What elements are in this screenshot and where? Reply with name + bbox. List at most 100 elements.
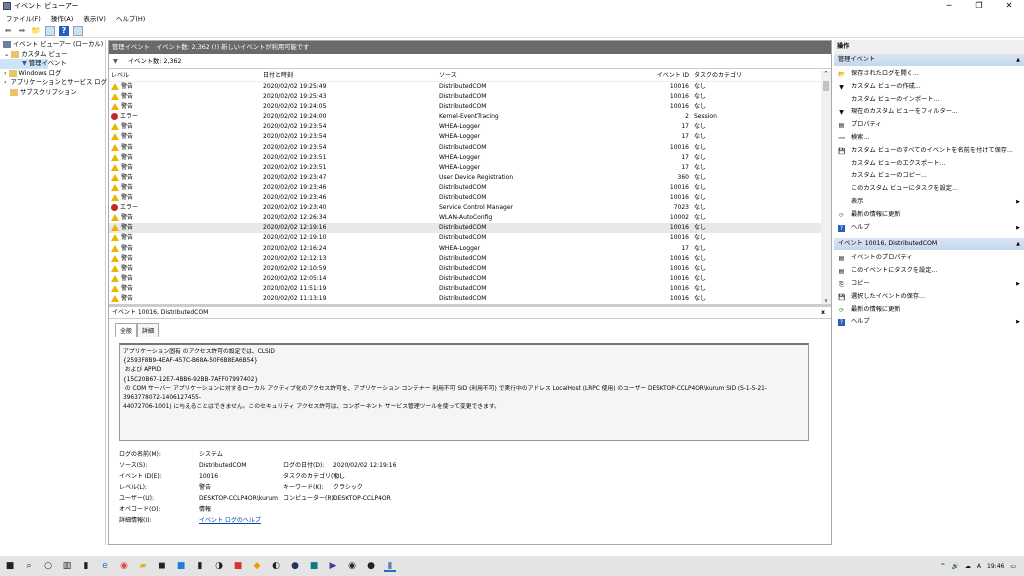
app-icon[interactable]: ■ — [308, 560, 320, 572]
app-icon[interactable]: ◑ — [213, 560, 225, 572]
action-item[interactable]: 👓 検索... — [834, 132, 1024, 145]
col-event-id[interactable]: イベント ID — [629, 71, 689, 81]
table-row[interactable]: 警告 2020/02/02 12:19:10 DistributedCOM 10016… — [109, 233, 831, 243]
close-detail-button[interactable]: x — [821, 307, 825, 319]
tree-windows-logs[interactable]: › Windows ログ — [0, 69, 105, 79]
app-icon[interactable]: ▮ — [194, 560, 206, 572]
notification-icon[interactable]: ▭ — [1010, 563, 1016, 570]
app-icon[interactable]: ◉ — [346, 560, 358, 572]
table-row[interactable]: エラー 2020/02/02 19:24:00 Kernel-EventTracin… — [109, 112, 831, 122]
action-item[interactable]: ▤ イベントのプロパティ — [834, 252, 1024, 265]
explorer-icon[interactable]: ▰ — [137, 560, 149, 572]
app-icon[interactable]: ◆ — [251, 560, 263, 572]
show-hidden-icons[interactable]: ^ — [940, 563, 945, 570]
cortana-icon[interactable]: ○ — [42, 560, 54, 572]
tree-custom-views[interactable]: ⌄ カスタム ビュー — [0, 50, 105, 60]
app-icon[interactable]: ▶ — [327, 560, 339, 572]
table-row[interactable]: 警告 2020/02/02 19:25:43 DistributedCOM 10016… — [109, 92, 831, 102]
action-item[interactable]: ▤ このイベントにタスクを設定... — [834, 265, 1024, 278]
chrome-icon[interactable]: ◉ — [118, 560, 130, 572]
table-row[interactable]: エラー 2020/02/02 19:23:40 Service Control Ma… — [109, 203, 831, 213]
event-log-help-link[interactable]: イベント ログのヘルプ — [199, 515, 261, 526]
store-icon[interactable]: ▮ — [80, 560, 92, 572]
app-icon[interactable]: ■ — [175, 560, 187, 572]
show-action-pane-icon[interactable] — [73, 25, 83, 36]
table-row[interactable]: 警告 2020/02/02 19:23:54 WHEA-Logger 17 なし — [109, 122, 831, 132]
table-row[interactable]: 警告 2020/02/02 19:23:54 DistributedCOM 10016… — [109, 143, 831, 153]
tab-details[interactable]: 詳細 — [137, 323, 160, 337]
action-item[interactable]: ▤ プロパティ — [834, 119, 1024, 132]
show-tree-icon[interactable] — [45, 25, 55, 36]
app-icon[interactable]: ■ — [232, 560, 244, 572]
actions-section-event[interactable]: イベント 10016, DistributedCOM ▲ — [834, 238, 1024, 251]
table-row[interactable]: 警告 2020/02/02 19:23:54 WHEA-Logger 17 なし — [109, 132, 831, 142]
action-item[interactable]: このカスタム ビューにタスクを設定... — [834, 183, 1024, 196]
col-task-category[interactable]: タスクのカテゴリ — [694, 71, 742, 81]
table-row[interactable]: 警告 2020/02/02 19:23:51 WHEA-Logger 17 なし — [109, 153, 831, 163]
close-button[interactable]: ✕ — [994, 0, 1024, 12]
filter-icon[interactable]: ▼ — [113, 54, 118, 68]
up-folder-icon[interactable]: 📁 — [31, 26, 41, 36]
menu-action[interactable]: 操作(A) — [51, 13, 74, 23]
onedrive-icon[interactable]: ☁ — [965, 563, 971, 570]
table-row[interactable]: 警告 2020/02/02 19:25:49 DistributedCOM 10016… — [109, 82, 831, 92]
action-item[interactable]: 💾 カスタム ビューのすべてのイベントを名前を付けて保存... — [834, 145, 1024, 158]
action-item[interactable]: 📂 保存されたログを開く... — [834, 68, 1024, 81]
menu-view[interactable]: 表示(V) — [83, 13, 106, 23]
tree-app-service-logs[interactable]: › アプリケーションとサービス ログ — [0, 78, 107, 88]
menu-help[interactable]: ヘルプ(H) — [116, 13, 145, 23]
forward-icon[interactable]: ➡ — [17, 26, 27, 36]
action-item[interactable]: 💾 選択したイベントの保存... — [834, 291, 1024, 304]
table-row[interactable]: 警告 2020/02/02 19:23:51 WHEA-Logger 17 なし — [109, 163, 831, 173]
tree-admin-events[interactable]: ▼ 管理イベント — [0, 59, 67, 69]
chevron-right-icon[interactable]: › — [4, 69, 7, 79]
action-item[interactable]: カスタム ビューのエクスポート... — [834, 158, 1024, 171]
vertical-scrollbar[interactable]: ^ v — [821, 71, 831, 304]
chevron-down-icon[interactable]: ⌄ — [4, 50, 9, 60]
action-item[interactable]: カスタム ビューのコピー... — [834, 170, 1024, 183]
maximize-button[interactable]: ❐ — [964, 0, 994, 12]
action-item[interactable]: カスタム ビューのインポート... — [834, 94, 1024, 107]
chevron-right-icon[interactable]: › — [4, 78, 7, 88]
menu-file[interactable]: ファイル(F) — [6, 13, 41, 23]
tree-subscriptions[interactable]: サブスクリプション — [0, 88, 105, 98]
action-item[interactable]: ⟳ 最新の情報に更新 — [834, 304, 1024, 317]
clock[interactable]: 19:46 — [987, 563, 1004, 570]
action-item[interactable]: 表示 ▶ — [834, 196, 1024, 209]
tab-general[interactable]: 全般 — [115, 323, 138, 337]
action-item[interactable]: ⎘ コピー ▶ — [834, 278, 1024, 291]
table-row[interactable]: 警告 2020/02/02 12:16:24 WHEA-Logger 17 なし — [109, 244, 831, 254]
table-row[interactable]: 警告 2020/02/02 19:24:05 DistributedCOM 10016… — [109, 102, 831, 112]
table-row[interactable]: 警告 2020/02/02 19:23:47 User Device Registr… — [109, 173, 831, 183]
table-row[interactable]: 警告 2020/02/02 12:19:16 DistributedCOM 10016… — [109, 223, 831, 234]
table-row[interactable]: 警告 2020/02/02 12:10:59 DistributedCOM 10016… — [109, 264, 831, 274]
event-description[interactable]: アプリケーション固有 のアクセス許可の設定では、CLSID {2593F8B9-… — [119, 343, 809, 441]
collapse-icon[interactable]: ▲ — [1016, 238, 1020, 250]
action-item[interactable]: ▼ カスタム ビューの作成... — [834, 81, 1024, 94]
minimize-button[interactable]: ─ — [934, 0, 964, 12]
action-item[interactable]: ? ヘルプ ▶ — [834, 222, 1024, 235]
help-icon[interactable]: ? — [59, 25, 69, 36]
table-row[interactable]: 警告 2020/02/02 12:05:14 DistributedCOM 10016… — [109, 274, 831, 284]
col-level[interactable]: レベル — [111, 71, 129, 81]
edge-icon[interactable]: e — [99, 560, 111, 572]
start-icon[interactable]: ■ — [4, 560, 16, 572]
app-icon[interactable]: ◼ — [156, 560, 168, 572]
table-row[interactable]: 警告 2020/02/02 19:23:46 DistributedCOM 10016… — [109, 183, 831, 193]
col-datetime[interactable]: 日付と時刻 — [263, 71, 293, 81]
app-icon[interactable]: ● — [289, 560, 301, 572]
volume-icon[interactable]: 🔊 — [951, 563, 958, 570]
app-icon[interactable]: ● — [365, 560, 377, 572]
table-row[interactable]: 警告 2020/02/02 12:26:34 WLAN-AutoConfig 1000… — [109, 213, 831, 223]
collapse-icon[interactable]: ▲ — [1016, 54, 1020, 66]
action-item[interactable]: ? ヘルプ ▶ — [834, 316, 1024, 329]
back-icon[interactable]: ⬅ — [3, 26, 13, 36]
search-icon[interactable]: ⌕ — [23, 560, 35, 572]
task-view-icon[interactable]: ▥ — [61, 560, 73, 572]
app-icon[interactable]: ◐ — [270, 560, 282, 572]
table-row[interactable]: 警告 2020/02/02 11:13:19 DistributedCOM 10016… — [109, 294, 831, 304]
actions-section-admin-events[interactable]: 管理イベント ▲ — [834, 54, 1024, 66]
tree-root[interactable]: イベント ビューアー (ローカル) — [0, 40, 105, 50]
action-item[interactable]: ⟳ 最新の情報に更新 — [834, 209, 1024, 222]
table-row[interactable]: 警告 2020/02/02 12:12:13 DistributedCOM 10016… — [109, 254, 831, 264]
